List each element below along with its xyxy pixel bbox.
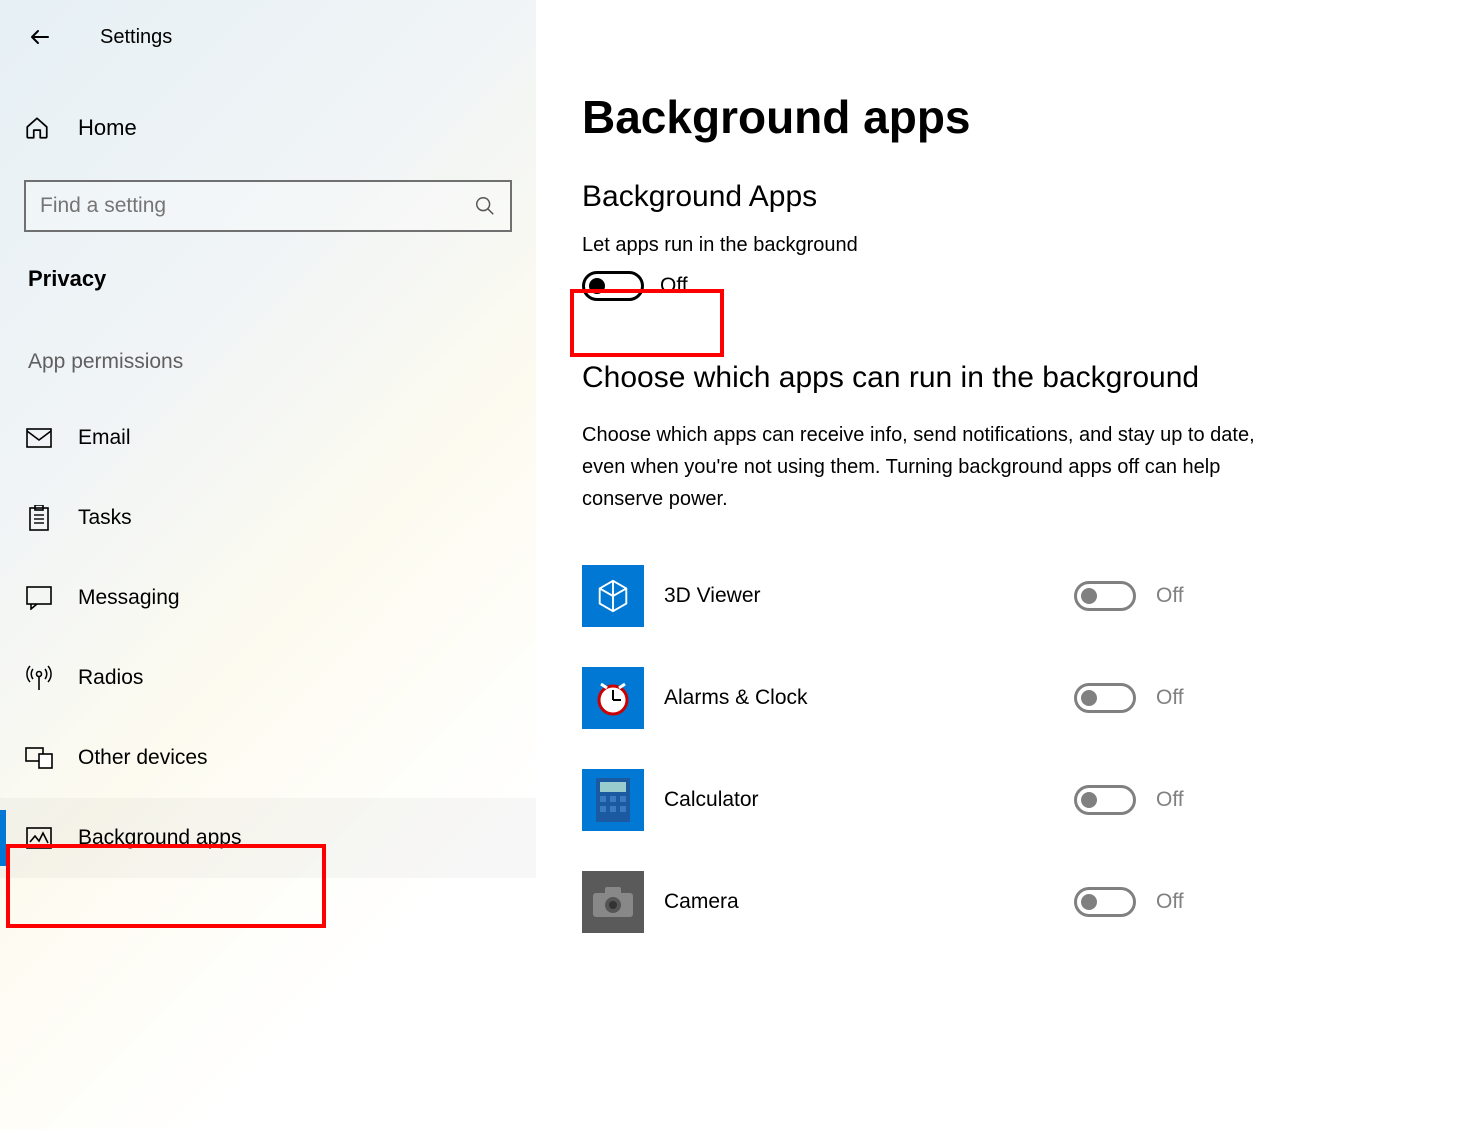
app-name: 3D Viewer	[664, 584, 1074, 608]
tasks-icon	[28, 505, 50, 531]
nav-background-apps[interactable]: Background apps	[0, 798, 536, 878]
app-toggle-calculator[interactable]	[1074, 785, 1136, 815]
app-toggle-state: Off	[1156, 890, 1184, 914]
app-toggle-camera[interactable]	[1074, 887, 1136, 917]
nav-other-devices[interactable]: Other devices	[0, 718, 536, 798]
nav-email[interactable]: Email	[0, 398, 536, 478]
messaging-icon	[26, 586, 52, 610]
page-title: Background apps	[582, 90, 1475, 144]
calculator-icon	[582, 769, 644, 831]
email-icon	[26, 428, 52, 448]
home-label: Home	[78, 115, 137, 141]
search-input[interactable]	[40, 194, 474, 218]
search-icon	[474, 195, 496, 217]
home-icon	[24, 115, 50, 141]
nav-label: Radios	[78, 666, 143, 690]
app-name: Camera	[664, 890, 1074, 914]
nav-label: Messaging	[78, 586, 180, 610]
search-input-container[interactable]	[24, 180, 512, 232]
app-toggle-3d-viewer[interactable]	[1074, 581, 1136, 611]
app-toggle-state: Off	[1156, 788, 1184, 812]
category-heading: Privacy	[28, 266, 536, 292]
master-toggle-state: Off	[660, 274, 688, 298]
master-toggle-label: Let apps run in the background	[582, 234, 1475, 257]
nav-list: Email Tasks Messaging Radios Other devic…	[0, 398, 536, 878]
app-row-calculator: Calculator Off	[582, 749, 1475, 851]
app-row-alarms-clock: Alarms & Clock Off	[582, 647, 1475, 749]
nav-label: Email	[78, 426, 131, 450]
nav-messaging[interactable]: Messaging	[0, 558, 536, 638]
alarms-clock-icon	[582, 667, 644, 729]
choose-body: Choose which apps can receive info, send…	[582, 419, 1262, 515]
home-nav[interactable]: Home	[0, 104, 536, 152]
camera-icon	[582, 871, 644, 933]
3d-viewer-icon	[582, 565, 644, 627]
radios-icon	[26, 665, 52, 691]
background-apps-icon	[26, 827, 52, 849]
app-name: Calculator	[664, 788, 1074, 812]
page-subtitle: Background Apps	[582, 180, 1475, 214]
app-row-3d-viewer: 3D Viewer Off	[582, 545, 1475, 647]
nav-label: Background apps	[78, 826, 241, 850]
back-button[interactable]	[20, 17, 60, 57]
window-title: Settings	[100, 26, 172, 49]
nav-label: Other devices	[78, 746, 208, 770]
master-toggle[interactable]	[582, 271, 644, 301]
app-toggle-alarms-clock[interactable]	[1074, 683, 1136, 713]
app-toggle-state: Off	[1156, 584, 1184, 608]
other-devices-icon	[25, 747, 53, 769]
app-toggle-state: Off	[1156, 686, 1184, 710]
app-list: 3D Viewer Off Alarms & Clock Off Calcula…	[582, 545, 1475, 953]
app-name: Alarms & Clock	[664, 686, 1074, 710]
arrow-left-icon	[28, 25, 52, 49]
choose-heading: Choose which apps can run in the backgro…	[582, 361, 1475, 395]
app-row-camera: Camera Off	[582, 851, 1475, 953]
nav-radios[interactable]: Radios	[0, 638, 536, 718]
nav-tasks[interactable]: Tasks	[0, 478, 536, 558]
section-heading: App permissions	[28, 350, 536, 374]
nav-label: Tasks	[78, 506, 132, 530]
